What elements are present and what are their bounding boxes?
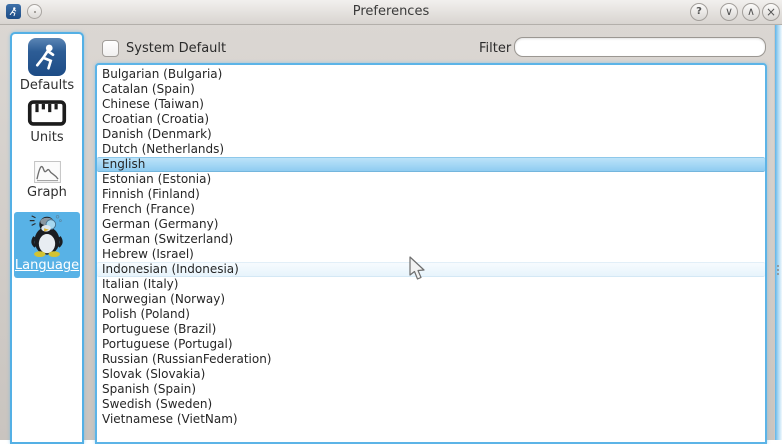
sidebar-label-defaults: Defaults	[12, 78, 82, 93]
language-rows: Bulgarian (Bulgaria) Catalan (Spain) Chi…	[97, 67, 765, 427]
sidebar-item-units[interactable]: Units	[12, 98, 82, 145]
system-default-label: System Default	[126, 41, 226, 56]
language-label: Estonian (Estonia)	[102, 172, 211, 186]
sidebar-item-language[interactable]: Language	[14, 212, 80, 278]
language-list-item[interactable]: Chinese (Taiwan)	[97, 97, 765, 112]
language-list-item[interactable]: Slovak (Slovakia)	[97, 367, 765, 382]
system-default-checkbox[interactable]	[102, 40, 119, 57]
sidebar-item-graph[interactable]: Graph	[12, 161, 82, 200]
language-list-item[interactable]: Catalan (Spain)	[97, 82, 765, 97]
window-edge-panel	[774, 25, 782, 440]
language-list-item[interactable]: Russian (RussianFederation)	[97, 352, 765, 367]
language-label: French (France)	[102, 202, 195, 216]
language-list-item[interactable]: German (Switzerland)	[97, 232, 765, 247]
language-label: Catalan (Spain)	[102, 82, 195, 96]
language-list-item[interactable]: Portuguese (Brazil)	[97, 322, 765, 337]
language-list-item[interactable]: Estonian (Estonia)	[97, 172, 765, 187]
filter-input[interactable]	[514, 37, 766, 57]
sidebar-label-units: Units	[12, 130, 82, 145]
language-label: English	[102, 157, 145, 171]
language-list-item[interactable]: Dutch (Netherlands)	[97, 142, 765, 157]
language-label: Swedish (Sweden)	[102, 397, 212, 411]
preferences-window: Preferences ? ∨ ∧ × Defaults Units	[0, 0, 782, 440]
language-list-item[interactable]: Spanish (Spain)	[97, 382, 765, 397]
language-label: German (Germany)	[102, 217, 218, 231]
language-list-item[interactable]: Finnish (Finland)	[97, 187, 765, 202]
language-label: Slovak (Slovakia)	[102, 367, 205, 381]
help-button[interactable]: ?	[690, 3, 708, 21]
language-label: Spanish (Spain)	[102, 382, 196, 396]
language-list-item[interactable]: Polish (Poland)	[97, 307, 765, 322]
language-list-item[interactable]: Italian (Italy)	[97, 277, 765, 292]
ruler-icon	[27, 98, 67, 128]
language-label: Chinese (Taiwan)	[102, 97, 204, 111]
language-list-item[interactable]: German (Germany)	[97, 217, 765, 232]
tux-penguin-icon	[24, 212, 70, 258]
sidebar-item-defaults[interactable]: Defaults	[12, 38, 82, 93]
close-button[interactable]: ×	[762, 3, 780, 21]
filter-label: Filter	[479, 41, 511, 56]
language-label: Dutch (Netherlands)	[102, 142, 224, 156]
language-label: Portuguese (Portugal)	[102, 337, 233, 351]
language-label: Polish (Poland)	[102, 307, 190, 321]
language-list-item[interactable]: Portuguese (Portugal)	[97, 337, 765, 352]
sidebar-label-graph: Graph	[12, 185, 82, 200]
language-list-item[interactable]: Vietnamese (VietNam)	[97, 412, 765, 427]
language-label: Italian (Italy)	[102, 277, 178, 291]
language-label: Hebrew (Israel)	[102, 247, 194, 261]
language-list-item[interactable]: Swedish (Sweden)	[97, 397, 765, 412]
language-list-item[interactable]: Indonesian (Indonesia)	[97, 262, 765, 277]
window-title: Preferences	[0, 4, 782, 19]
language-label: Indonesian (Indonesia)	[102, 262, 239, 276]
language-list-item[interactable]: Croatian (Croatia)	[97, 112, 765, 127]
language-list[interactable]: Bulgarian (Bulgaria) Catalan (Spain) Chi…	[95, 63, 767, 444]
titlebar[interactable]: Preferences ? ∨ ∧ ×	[0, 0, 782, 25]
language-list-item[interactable]: Danish (Denmark)	[97, 127, 765, 142]
splitter-dots-icon	[777, 263, 779, 277]
language-label: Danish (Denmark)	[102, 127, 212, 141]
language-label: Norwegian (Norway)	[102, 292, 225, 306]
language-list-item[interactable]: English	[97, 157, 765, 172]
diver-icon	[28, 38, 66, 76]
language-label: Vietnamese (VietNam)	[102, 412, 238, 426]
language-label: Croatian (Croatia)	[102, 112, 209, 126]
sidebar: Defaults Units Graph	[10, 32, 84, 444]
language-label: Russian (RussianFederation)	[102, 352, 271, 366]
language-list-item[interactable]: Hebrew (Israel)	[97, 247, 765, 262]
language-list-item[interactable]: Norwegian (Norway)	[97, 292, 765, 307]
language-label: Finnish (Finland)	[102, 187, 200, 201]
language-label: German (Switzerland)	[102, 232, 233, 246]
sidebar-label-language: Language	[14, 258, 80, 273]
language-label: Bulgarian (Bulgaria)	[102, 67, 222, 81]
maximize-button[interactable]: ∧	[742, 3, 760, 21]
language-label: Portuguese (Brazil)	[102, 322, 216, 336]
profile-graph-icon	[34, 161, 61, 183]
language-list-item[interactable]: French (France)	[97, 202, 765, 217]
minimize-button[interactable]: ∨	[720, 3, 738, 21]
language-list-item[interactable]: Bulgarian (Bulgaria)	[97, 67, 765, 82]
